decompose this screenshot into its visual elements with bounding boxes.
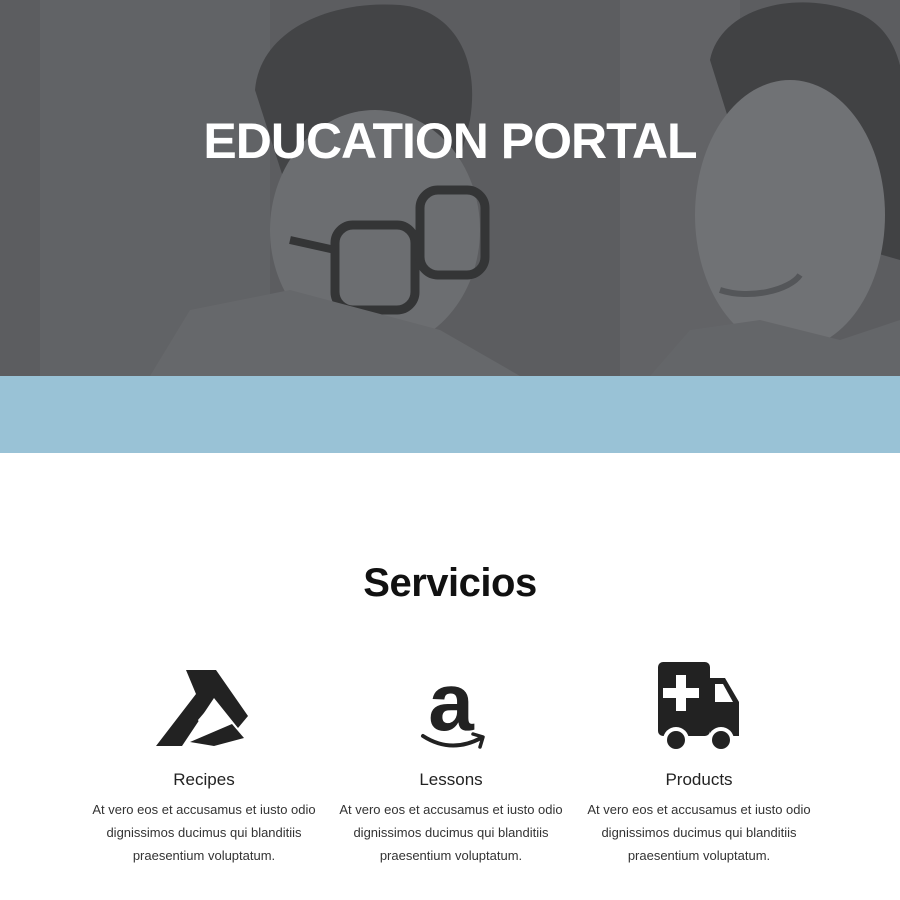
service-description: At vero eos et accusamus et iusto odio d… — [339, 802, 563, 863]
service-description: At vero eos et accusamus et iusto odio d… — [587, 802, 811, 863]
service-card-products: Products At vero eos et accusamus et ius… — [575, 658, 823, 867]
svg-text:a: a — [428, 658, 475, 748]
services-section: Servicios Recipes At vero eos et accusam… — [0, 453, 900, 900]
page-title: EDUCATION PORTAL — [203, 113, 697, 169]
hero-background-photo — [0, 0, 900, 376]
service-card-lessons: a Lessons At vero eos et accusamus et iu… — [327, 658, 575, 867]
hero-section: EDUCATION PORTAL — [0, 0, 900, 376]
service-name: Lessons — [419, 770, 483, 789]
service-description: At vero eos et accusamus et iusto odio d… — [92, 802, 316, 863]
service-name: Recipes — [173, 770, 235, 789]
ambulance-icon — [658, 662, 739, 753]
abstract-logo-icon — [156, 670, 248, 746]
amazon-icon: a — [421, 658, 485, 749]
service-name: Products — [665, 770, 733, 789]
service-card-recipes: Recipes At vero eos et accusamus et iust… — [80, 658, 328, 867]
accent-band — [0, 376, 900, 453]
services-title: Servicios — [363, 561, 537, 605]
